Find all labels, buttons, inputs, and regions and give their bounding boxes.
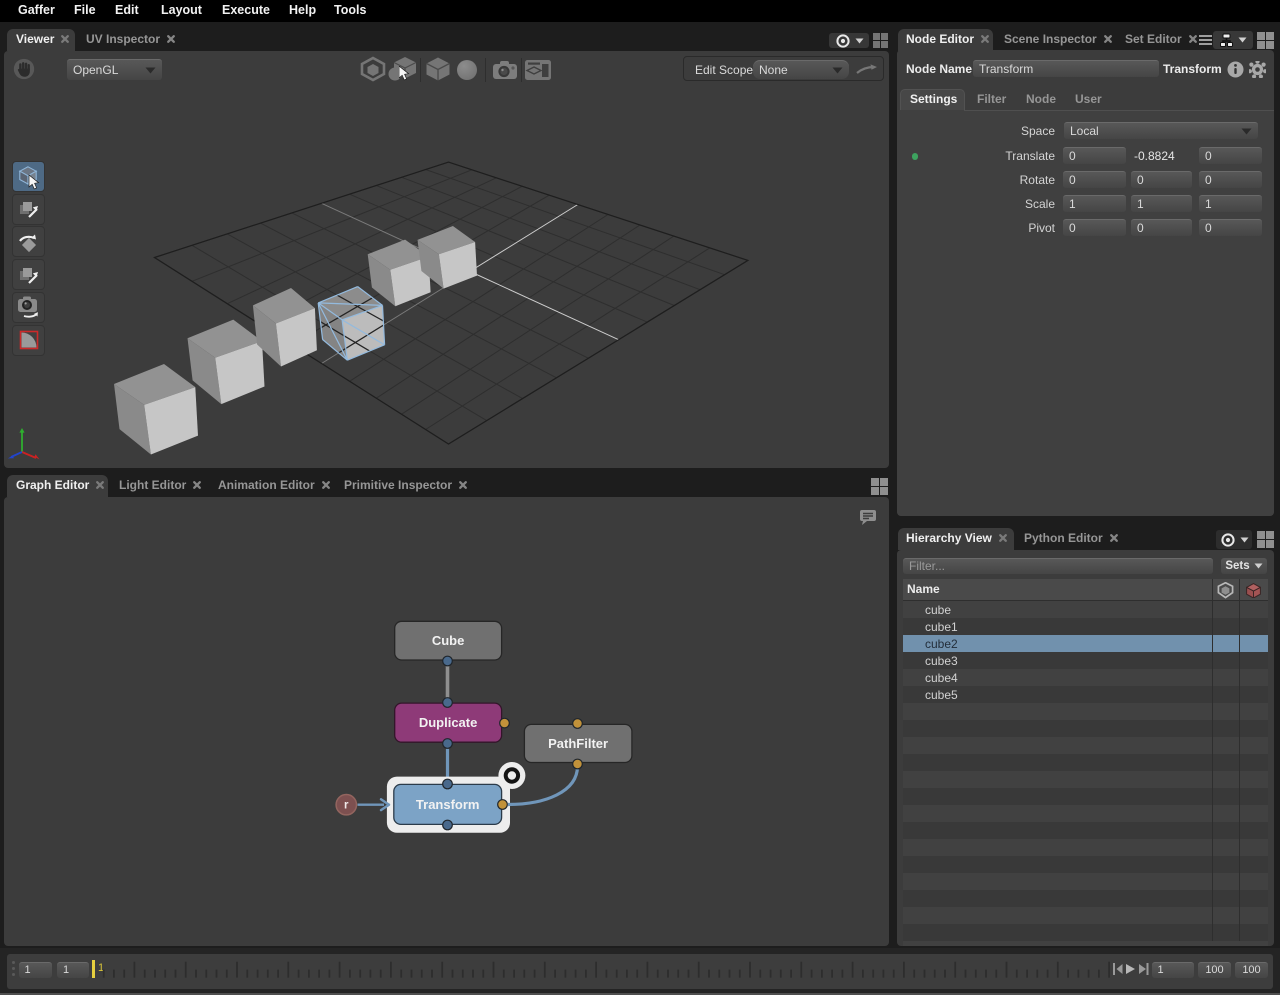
svg-text:r: r — [344, 800, 349, 812]
svg-text:Duplicate: Duplicate — [419, 715, 478, 730]
svg-text:Cube: Cube — [432, 633, 465, 648]
svg-text:PathFilter: PathFilter — [548, 736, 608, 751]
svg-text:Transform: Transform — [416, 797, 480, 812]
